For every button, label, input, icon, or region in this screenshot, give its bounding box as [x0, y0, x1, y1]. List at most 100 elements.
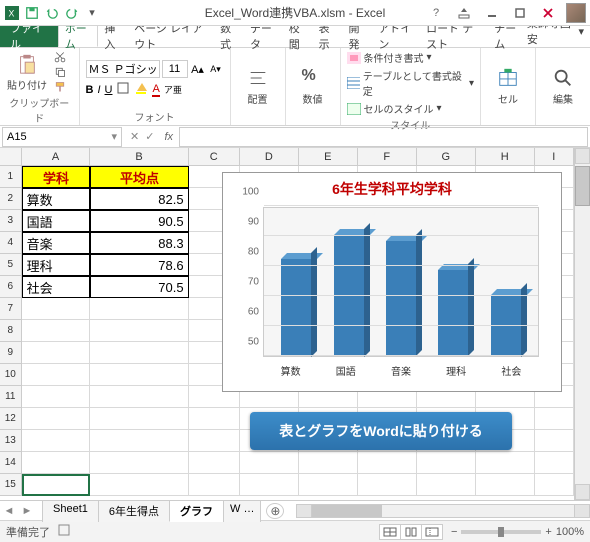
cell[interactable]: 88.3	[90, 232, 188, 254]
row-header[interactable]: 11	[0, 386, 22, 408]
number-button[interactable]: % 数値	[292, 67, 334, 106]
row-header[interactable]: 1	[0, 166, 22, 188]
cell[interactable]	[358, 452, 417, 474]
ribbon-tab-2[interactable]: ページ レイアウト	[128, 25, 214, 47]
formula-input[interactable]	[179, 127, 588, 147]
bold-icon[interactable]: B	[86, 84, 94, 96]
cell[interactable]	[240, 474, 299, 496]
cell-grid[interactable]: ABCDEFGHI 1学科平均点2算数82.53国語90.54音楽88.35理科…	[0, 148, 574, 500]
cell[interactable]	[90, 320, 188, 342]
cell[interactable]	[22, 430, 91, 452]
scroll-up-icon[interactable]	[575, 148, 590, 164]
ribbon-options-icon[interactable]	[450, 2, 478, 24]
underline-icon[interactable]: U	[105, 84, 113, 96]
scroll-thumb[interactable]	[575, 166, 590, 206]
cell[interactable]	[299, 474, 358, 496]
row-header[interactable]: 8	[0, 320, 22, 342]
conditional-format-button[interactable]: 条件付き書式▾	[347, 50, 474, 65]
ribbon-tab-9[interactable]: ロード テスト	[420, 25, 488, 47]
col-header[interactable]: H	[476, 148, 535, 165]
scroll-down-icon[interactable]	[575, 484, 590, 500]
scroll-right-icon[interactable]	[574, 504, 590, 518]
maximize-icon[interactable]	[506, 2, 534, 24]
normal-view-icon[interactable]	[379, 524, 401, 540]
qat-dropdown-icon[interactable]: ▾	[84, 5, 100, 21]
zoom-slider[interactable]	[461, 530, 541, 534]
cell[interactable]: 音楽	[22, 232, 91, 254]
cell[interactable]: 算数	[22, 188, 91, 210]
cell[interactable]	[90, 386, 188, 408]
ribbon-tab-8[interactable]: アドイン	[372, 25, 420, 47]
cell[interactable]	[22, 320, 91, 342]
editing-button[interactable]: 編集	[542, 67, 584, 106]
page-break-view-icon[interactable]	[421, 524, 443, 540]
user-dropdown-icon[interactable]: ▾	[578, 25, 584, 38]
row-header[interactable]: 13	[0, 430, 22, 452]
col-header[interactable]: I	[535, 148, 574, 165]
ribbon-tab-4[interactable]: データ	[244, 25, 283, 47]
horizontal-scrollbar[interactable]	[296, 504, 590, 518]
border-icon[interactable]	[116, 81, 130, 98]
minimize-icon[interactable]	[478, 2, 506, 24]
cell[interactable]	[299, 452, 358, 474]
cell[interactable]	[476, 474, 535, 496]
cell[interactable]	[22, 474, 91, 496]
cell[interactable]	[189, 408, 240, 430]
cell[interactable]: 社会	[22, 276, 91, 298]
vertical-scrollbar[interactable]	[574, 148, 590, 500]
ribbon-tab-7[interactable]: 開発	[343, 25, 373, 47]
fill-color-icon[interactable]	[134, 81, 148, 98]
help-icon[interactable]: ?	[422, 2, 450, 24]
cell[interactable]	[22, 364, 91, 386]
ribbon-tab-6[interactable]: 表示	[313, 25, 343, 47]
row-header[interactable]: 2	[0, 188, 22, 210]
font-size-input[interactable]	[162, 60, 188, 78]
cell[interactable]	[417, 474, 476, 496]
italic-icon[interactable]: I	[97, 84, 100, 96]
scroll-left-icon[interactable]	[296, 504, 312, 518]
cell[interactable]	[90, 452, 188, 474]
cut-icon[interactable]	[52, 50, 68, 64]
cell[interactable]: 平均点	[90, 166, 188, 188]
enter-formula-icon[interactable]: ✓	[145, 130, 154, 143]
increase-font-icon[interactable]: A▴	[190, 62, 206, 76]
cell[interactable]	[22, 408, 91, 430]
cell[interactable]	[535, 408, 574, 430]
col-header[interactable]: F	[358, 148, 417, 165]
cell[interactable]	[22, 452, 91, 474]
row-header[interactable]: 5	[0, 254, 22, 276]
zoom-out-icon[interactable]: −	[451, 526, 457, 538]
cell[interactable]	[358, 474, 417, 496]
cell[interactable]	[90, 364, 188, 386]
col-header[interactable]: D	[240, 148, 299, 165]
col-header[interactable]: C	[189, 148, 240, 165]
zoom-in-icon[interactable]: +	[545, 526, 551, 538]
undo-icon[interactable]	[44, 5, 60, 21]
cell[interactable]	[90, 430, 188, 452]
cell[interactable]	[22, 298, 91, 320]
cell[interactable]	[417, 452, 476, 474]
close-icon[interactable]	[534, 2, 562, 24]
cells-button[interactable]: セル	[487, 67, 529, 106]
cell[interactable]	[189, 452, 240, 474]
col-header[interactable]: E	[299, 148, 358, 165]
cell[interactable]: 理科	[22, 254, 91, 276]
cell[interactable]: 90.5	[90, 210, 188, 232]
user-avatar[interactable]	[566, 3, 586, 23]
decrease-font-icon[interactable]: A▾	[208, 62, 224, 76]
ribbon-tab-1[interactable]: 挿入	[98, 25, 128, 47]
ribbon-tab-0[interactable]: ホーム	[58, 25, 99, 47]
cell[interactable]	[240, 452, 299, 474]
save-icon[interactable]	[24, 5, 40, 21]
col-header[interactable]: A	[22, 148, 91, 165]
select-all-corner[interactable]	[0, 148, 22, 165]
row-header[interactable]: 15	[0, 474, 22, 496]
cell[interactable]	[90, 298, 188, 320]
sheet-tab[interactable]: Sheet1	[42, 500, 99, 522]
row-header[interactable]: 14	[0, 452, 22, 474]
file-tab[interactable]: ファイル	[0, 25, 58, 47]
alignment-button[interactable]: 配置	[237, 67, 279, 106]
embedded-chart[interactable]: 6年生学科平均学科 5060708090100 算数国語音楽理科社会	[222, 172, 562, 392]
tab-nav-prev-icon[interactable]: ◄	[0, 505, 18, 517]
cell[interactable]	[90, 474, 188, 496]
